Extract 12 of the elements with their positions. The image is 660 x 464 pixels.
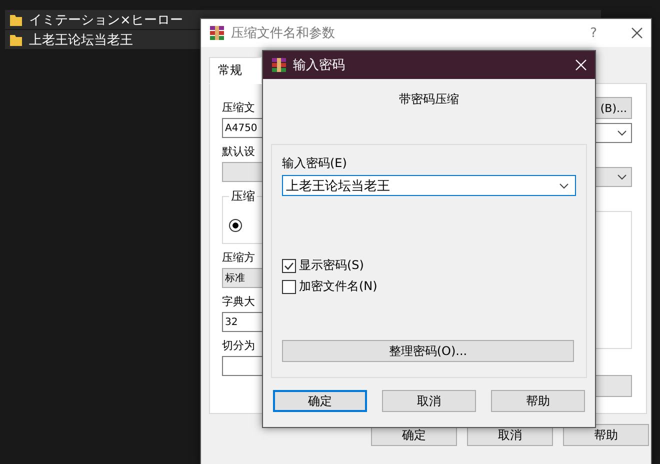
window-title: 输入密码 (293, 57, 346, 74)
field-label: 字典大 (222, 294, 256, 310)
dialog-heading: 带密码压缩 (398, 91, 460, 108)
file-name: イミテーション×ヒーロー (29, 12, 183, 28)
field-label: 压缩方 (222, 250, 256, 266)
window-title: 压缩文件名和参数 (231, 25, 336, 42)
field-label: 压缩文 (222, 100, 256, 116)
file-name: 上老王论坛当老王 (29, 32, 133, 48)
password-value: 上老王论坛当老王 (286, 178, 390, 194)
field-label: 输入密码(E) (282, 155, 348, 172)
field-label: 默认设 (222, 144, 256, 160)
field-label: 切分为 (222, 338, 256, 354)
